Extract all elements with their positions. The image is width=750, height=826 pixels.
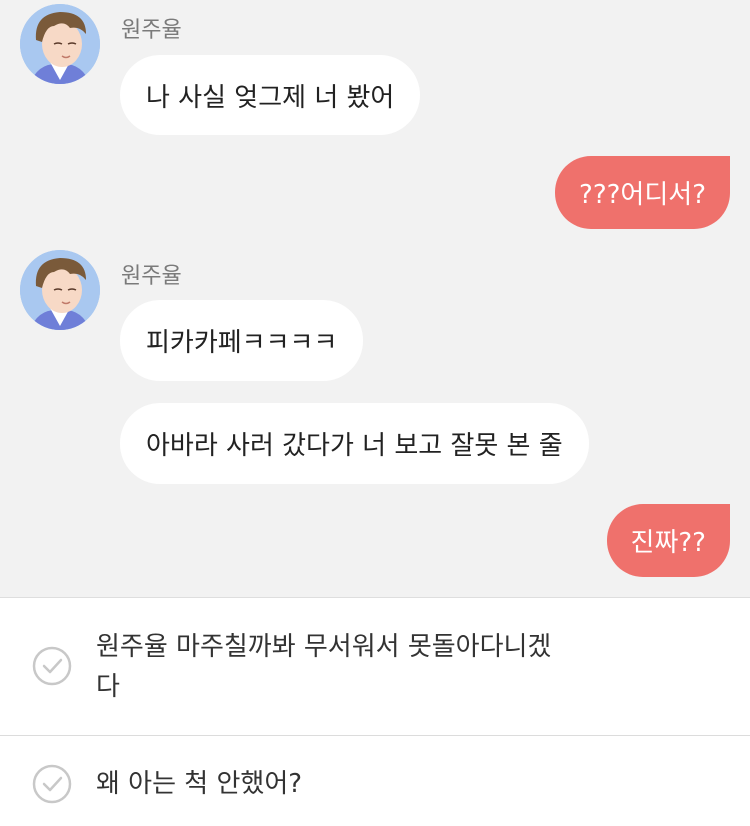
sender-name: 원주율 bbox=[121, 18, 182, 43]
sender-name: 원주율 bbox=[121, 264, 182, 289]
reply-choices: 원주율 마주칠까봐 무서워서 못돌아다니겠다 왜 아는 척 안했어? bbox=[0, 597, 750, 826]
avatar[interactable] bbox=[20, 250, 100, 330]
avatar[interactable] bbox=[20, 4, 100, 84]
reply-choice-text: 왜 아는 척 안했어? bbox=[96, 769, 303, 799]
outgoing-message-bubble: ???어디서? bbox=[555, 156, 730, 229]
avatar-illustration bbox=[20, 250, 100, 330]
incoming-message-bubble: 아바라 사러 갔다가 너 보고 잘못 본 줄 bbox=[120, 403, 589, 484]
check-circle-icon bbox=[32, 646, 72, 686]
avatar-illustration bbox=[20, 4, 100, 84]
check-circle-icon bbox=[32, 764, 72, 804]
outgoing-message-bubble: 진짜?? bbox=[606, 504, 730, 577]
incoming-message-bubble: 피카카페ㅋㅋㅋㅋ bbox=[120, 300, 364, 381]
incoming-message-bubble: 나 사실 엊그제 너 봤어 bbox=[120, 55, 421, 135]
reply-choice-text: 원주율 마주칠까봐 무서워서 못돌아다니겠다 bbox=[96, 632, 552, 702]
reply-choice-option[interactable]: 원주율 마주칠까봐 무서워서 못돌아다니겠다 bbox=[0, 598, 750, 735]
reply-choice-option[interactable]: 왜 아는 척 안했어? bbox=[0, 736, 750, 826]
chat-area: 원주율 나 사실 엊그제 너 봤어 ???어디서? 원주율 피카카페ㅋㅋㅋㅋ 아… bbox=[0, 0, 750, 597]
